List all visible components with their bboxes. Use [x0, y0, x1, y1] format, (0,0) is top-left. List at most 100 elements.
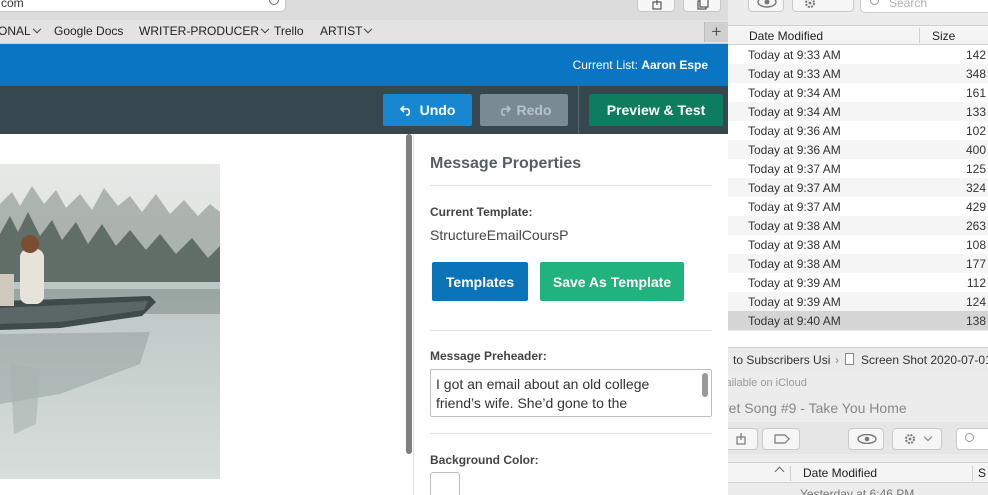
file-row[interactable]: Today at 9:36 AM 102	[728, 121, 988, 140]
redo-label: Redo	[516, 102, 552, 118]
redo-button[interactable]: Redo	[480, 94, 568, 126]
finder2-toolbar	[728, 422, 988, 454]
quick-look-button[interactable]	[848, 428, 884, 450]
undo-button[interactable]: Undo	[383, 94, 472, 126]
path-segment-file[interactable]: Screen Shot 2020-07-01	[861, 353, 988, 367]
current-list-value[interactable]: Aaron Espe	[641, 58, 708, 72]
bookmark-folder-writer-producer[interactable]: WRITER-PRODUCER	[139, 24, 270, 38]
bookmark-google-docs[interactable]: Google Docs	[54, 24, 123, 38]
preview-test-button[interactable]: Preview & Test	[589, 94, 723, 126]
current-list-label: Current List:	[572, 58, 638, 72]
file-row[interactable]: Today at 9:39 AM 124	[728, 292, 988, 311]
share-icon	[736, 433, 746, 445]
tags-button[interactable]	[762, 428, 800, 450]
col-size[interactable]: S	[978, 466, 986, 480]
address-text: com	[1, 0, 24, 10]
col-size[interactable]: Size	[932, 29, 955, 43]
current-list: Current List: Aaron Espe	[573, 58, 708, 72]
column-headers: Date Modified Size	[728, 25, 988, 45]
bookmark-trello[interactable]: Trello	[274, 24, 304, 38]
document-icon	[845, 353, 854, 365]
preheader-label: Message Preheader:	[430, 349, 547, 363]
column-headers: Date Modified S	[728, 462, 988, 483]
column-separator[interactable]	[790, 466, 791, 481]
path-bar: to Subscribers Usi › Screen Shot 2020-07…	[728, 347, 988, 371]
chevron-down-icon	[923, 432, 933, 442]
file-row[interactable]: Today at 9:38 AM 177	[728, 254, 988, 273]
file-list-empty	[728, 331, 988, 347]
column-separator[interactable]	[919, 28, 920, 43]
chevron-right-icon: ›	[835, 353, 839, 367]
save-as-template-label: Save As Template	[552, 273, 672, 290]
background-color-swatch[interactable]	[430, 472, 460, 495]
panel-title: Message Properties	[430, 155, 582, 172]
message-properties-panel: Message Properties Current Template: Str…	[414, 134, 728, 495]
canvas-scrollbar[interactable]	[406, 134, 412, 454]
file-row-partial[interactable]: Yesterday at 6:46 PM	[800, 487, 914, 495]
share-button[interactable]	[728, 428, 758, 450]
share-button[interactable]	[637, 0, 675, 12]
file-row[interactable]: Today at 9:33 AM 142	[728, 45, 988, 64]
file-row[interactable]: Today at 9:39 AM 112	[728, 273, 988, 292]
lake-photo	[0, 164, 220, 479]
save-as-template-button[interactable]: Save As Template	[540, 262, 684, 301]
tabs-icon	[697, 0, 709, 10]
chevron-down-icon	[32, 24, 41, 34]
divider	[430, 330, 712, 331]
window-title-secret-song: ret Song #9 - Take You Home	[728, 400, 907, 416]
col-date-modified[interactable]: Date Modified	[803, 466, 877, 480]
chevron-down-icon	[364, 24, 373, 34]
quick-look-button[interactable]	[748, 0, 784, 12]
file-list: Today at 9:33 AM 142 Today at 9:33 AM 348 …	[728, 45, 988, 330]
current-template-label: Current Template:	[430, 205, 533, 219]
browser-toolbar: com	[0, 0, 728, 20]
tabs-overview-button[interactable]	[683, 0, 721, 12]
file-row[interactable]: Today at 9:36 AM 400	[728, 140, 988, 159]
path-segment-folder[interactable]: to Subscribers Usi	[733, 353, 830, 367]
bookmark-folder-artist[interactable]: ARTIST	[320, 24, 373, 38]
finder-window: Search Date Modified Size Today at 9:33 …	[728, 0, 988, 495]
eye-icon	[857, 434, 877, 444]
search-icon	[965, 433, 974, 442]
current-template-value: StructureEmailCoursP	[430, 227, 569, 243]
textarea-scrollbar[interactable]	[702, 373, 708, 397]
new-tab-button[interactable]: +	[704, 22, 728, 42]
templates-label: Templates	[445, 273, 515, 290]
file-row[interactable]: Today at 9:37 AM 429	[728, 197, 988, 216]
file-row[interactable]: Today at 9:34 AM 133	[728, 102, 988, 121]
bookmark-folder-personal[interactable]: ONAL	[0, 24, 41, 38]
gear-icon	[905, 434, 915, 444]
file-row[interactable]: Today at 9:34 AM 161	[728, 83, 988, 102]
action-menu-button[interactable]	[892, 428, 942, 450]
preheader-textarea[interactable]: I got an email about an old college frie…	[430, 369, 712, 417]
hero-image-lake-boat[interactable]	[0, 164, 220, 479]
column-separator[interactable]	[972, 466, 973, 481]
divider	[430, 433, 712, 434]
app-header: Current List: Aaron Espe	[0, 44, 728, 86]
search-field[interactable]	[956, 428, 988, 450]
chevron-down-icon	[260, 24, 270, 34]
email-canvas[interactable]	[0, 134, 408, 495]
redo-icon	[500, 105, 511, 116]
browser-window: com ONAL Google Docs WRITER-PRODUCER Tre…	[0, 0, 728, 495]
file-row[interactable]: Today at 9:38 AM 263	[728, 216, 988, 235]
search-placeholder: Search	[889, 0, 928, 10]
preheader-text: I got an email about an old college frie…	[436, 376, 650, 411]
col-date-modified[interactable]: Date Modified	[749, 29, 823, 43]
search-field[interactable]: Search	[860, 0, 988, 13]
share-icon	[652, 0, 662, 10]
action-menu-button[interactable]	[792, 0, 854, 12]
gear-icon	[805, 0, 815, 8]
bookmarks-bar: ONAL Google Docs WRITER-PRODUCER Trello …	[0, 20, 728, 44]
sort-ascending-icon[interactable]	[774, 466, 785, 477]
file-row-selected[interactable]: Today at 9:40 AM 138	[728, 311, 988, 330]
reload-icon[interactable]	[269, 0, 279, 5]
editor-toolbar: Undo Redo Preview & Test	[0, 86, 728, 134]
background-color-label: Background Color:	[430, 453, 539, 467]
templates-button[interactable]: Templates	[432, 262, 528, 301]
file-row[interactable]: Today at 9:37 AM 125	[728, 159, 988, 178]
file-row[interactable]: Today at 9:37 AM 324	[728, 178, 988, 197]
file-row[interactable]: Today at 9:38 AM 108	[728, 235, 988, 254]
address-bar[interactable]: com	[0, 0, 286, 12]
file-row[interactable]: Today at 9:33 AM 348	[728, 64, 988, 83]
